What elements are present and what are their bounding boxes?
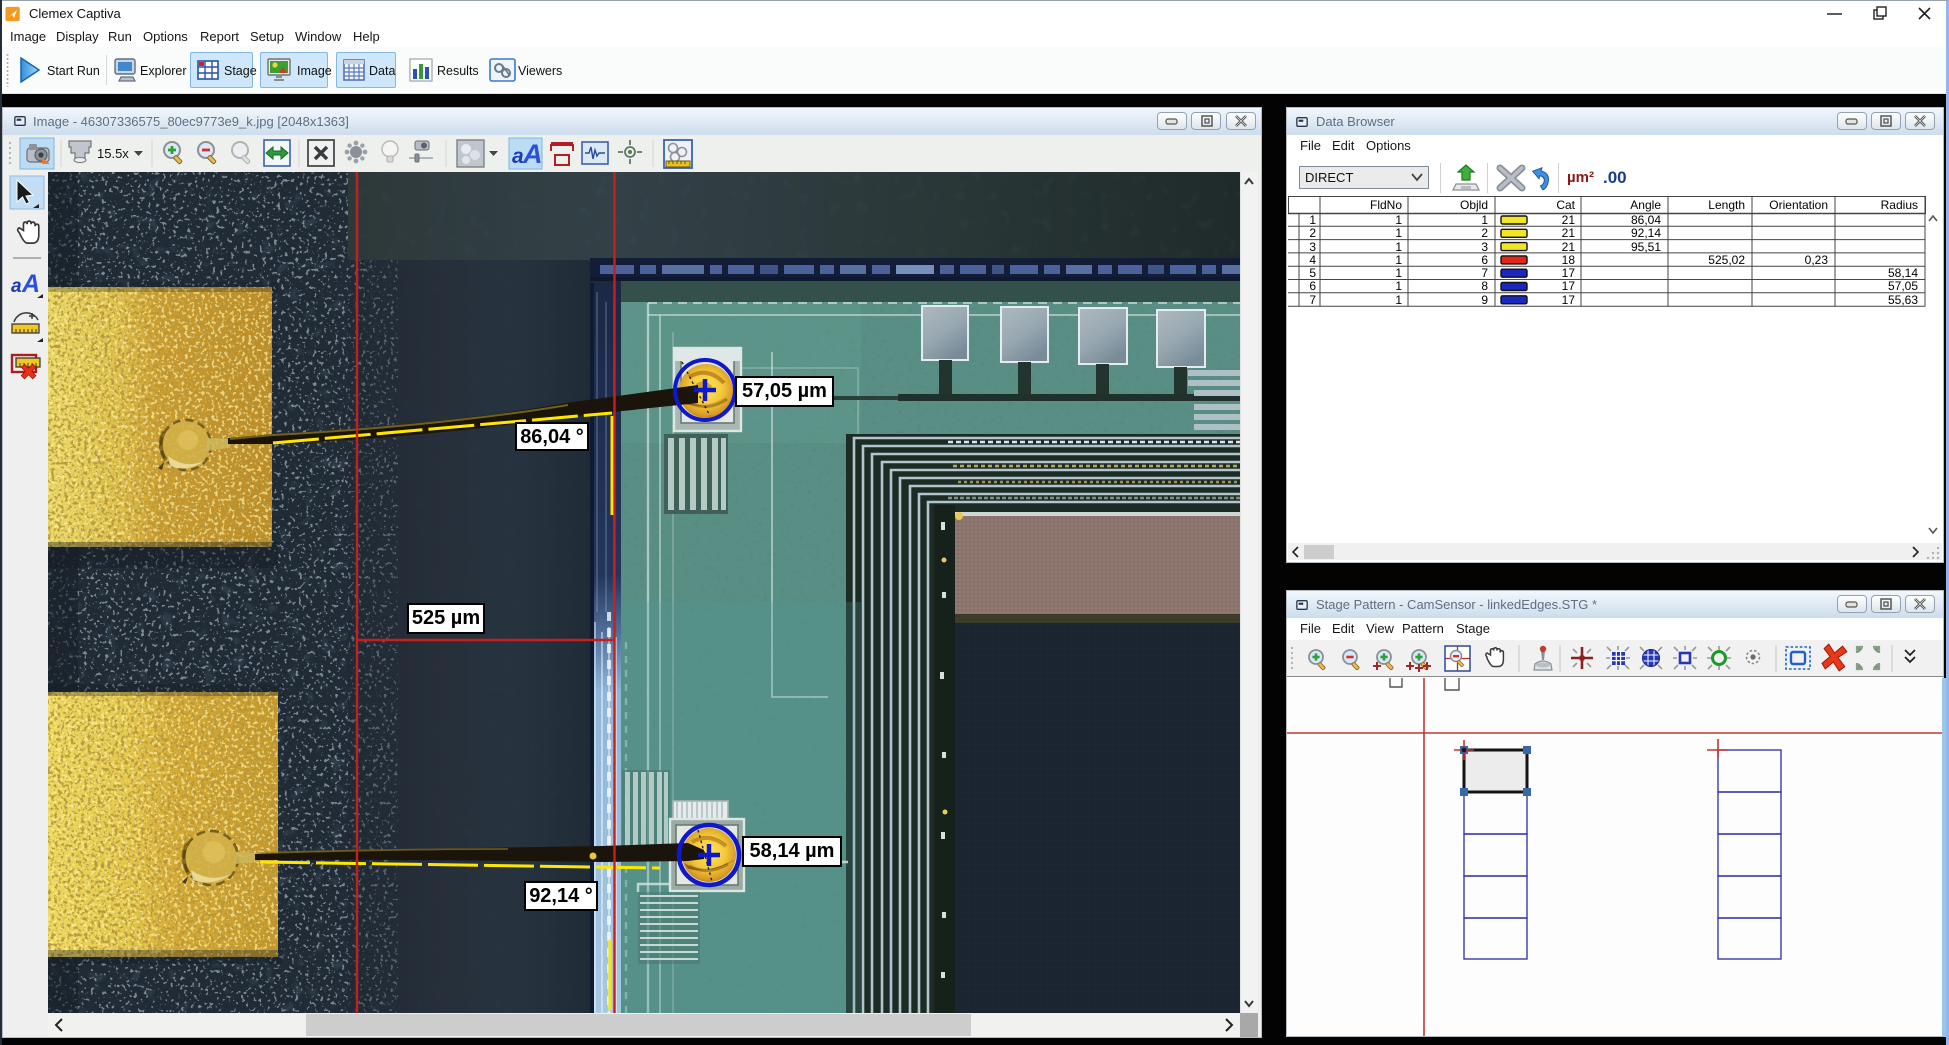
svg-text:95,51: 95,51 <box>1631 240 1661 254</box>
svg-text:1: 1 <box>1309 213 1316 227</box>
svg-text:86,04: 86,04 <box>1631 213 1661 227</box>
svg-text:3: 3 <box>1481 240 1488 254</box>
svg-text:17: 17 <box>1562 293 1576 307</box>
svg-text:FldNo: FldNo <box>1370 198 1402 212</box>
svg-text:4: 4 <box>1309 253 1316 267</box>
svg-text:a: a <box>11 276 22 297</box>
svg-text:Objld: Objld <box>1460 198 1488 212</box>
svg-text:1: 1 <box>1395 266 1402 280</box>
svg-text:1: 1 <box>1395 213 1402 227</box>
svg-text:17: 17 <box>1562 266 1576 280</box>
svg-text:Cat: Cat <box>1556 198 1575 212</box>
svg-text:Radius: Radius <box>1881 198 1918 212</box>
svg-text:Angle: Angle <box>1630 198 1661 212</box>
svg-text:6: 6 <box>1481 253 1488 267</box>
svg-text:A: A <box>21 270 40 298</box>
svg-text:21: 21 <box>1562 213 1576 227</box>
svg-text:7: 7 <box>1481 266 1488 280</box>
svg-text:Length: Length <box>1708 198 1745 212</box>
svg-text:525,02: 525,02 <box>1708 253 1745 267</box>
svg-text:Orientation: Orientation <box>1769 198 1828 212</box>
svg-text:6: 6 <box>1309 279 1316 293</box>
svg-text:1: 1 <box>1395 240 1402 254</box>
svg-text:1: 1 <box>1481 213 1488 227</box>
svg-text:9: 9 <box>1481 293 1488 307</box>
svg-text:17: 17 <box>1562 279 1576 293</box>
svg-text:8: 8 <box>1481 279 1488 293</box>
svg-text:55,63: 55,63 <box>1888 293 1918 307</box>
svg-text:58,14: 58,14 <box>1888 266 1918 280</box>
svg-text:0,23: 0,23 <box>1805 253 1829 267</box>
svg-text:A: A <box>522 139 543 169</box>
svg-text:1: 1 <box>1395 279 1402 293</box>
svg-text:1: 1 <box>1395 253 1402 267</box>
svg-text:7: 7 <box>1309 293 1316 307</box>
svg-text:21: 21 <box>1562 226 1576 240</box>
svg-text:1: 1 <box>1395 293 1402 307</box>
svg-text:15.5x: 15.5x <box>97 146 129 161</box>
svg-text:92,14: 92,14 <box>1631 226 1661 240</box>
svg-text:2: 2 <box>1309 226 1316 240</box>
svg-text:21: 21 <box>1562 240 1576 254</box>
svg-text:1: 1 <box>1395 226 1402 240</box>
svg-text:57,05: 57,05 <box>1888 279 1918 293</box>
svg-text:2: 2 <box>1481 226 1488 240</box>
svg-text:5: 5 <box>1309 266 1316 280</box>
svg-text:18: 18 <box>1562 253 1576 267</box>
svg-text:3: 3 <box>1309 240 1316 254</box>
